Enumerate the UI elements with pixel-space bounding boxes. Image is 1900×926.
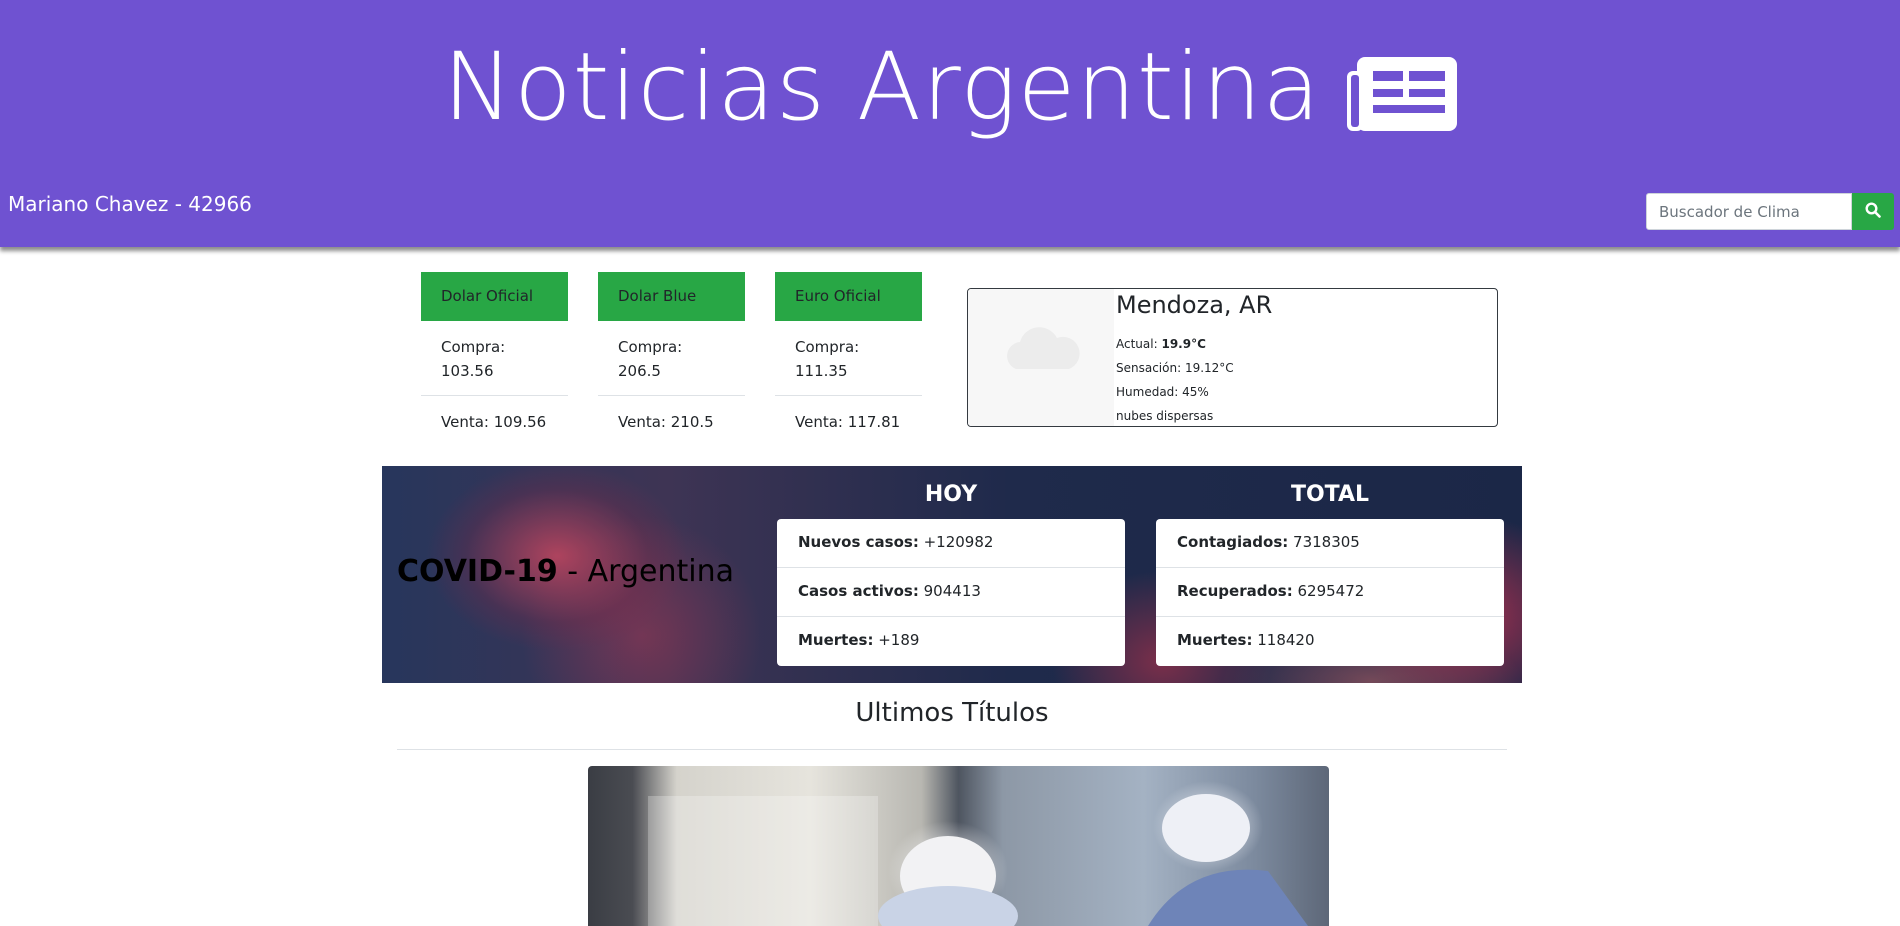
weather-sensacion: Sensación: 19.12°C [1116,361,1234,375]
weather-search [1646,193,1894,230]
author-label: Mariano Chavez - 42966 [8,192,252,216]
stat-value: 7318305 [1293,533,1360,551]
site-header: Noticias Argentina Mariano Chavez - 4296… [0,0,1900,247]
covid-total-header: TOTAL [1290,482,1370,507]
currency-compra: Compra: 103.56 [421,321,568,396]
weather-actual-value: 19.9°C [1161,337,1206,351]
stat-value: 904413 [923,582,981,600]
covid-stat-row: Muertes: +189 [777,617,1125,666]
weather-image [968,289,1114,426]
covid-stat-row: Casos activos: 904413 [777,568,1125,617]
news-card-image[interactable] [588,766,1329,926]
newspaper-icon [1347,45,1458,131]
currency-compra: Compra: 111.35 [775,321,922,396]
news-section-title: Ultimos Títulos [855,698,1049,728]
stat-label: Casos activos: [798,582,919,600]
covid-title-bold: COVID-19 [397,554,558,589]
section-divider [397,749,1507,750]
search-icon [1865,202,1881,221]
stat-label: Recuperados: [1177,582,1293,600]
weather-search-button[interactable] [1852,193,1894,230]
site-title-text: Noticias Argentina [442,33,1322,142]
covid-total-card: Contagiados: 7318305 Recuperados: 629547… [1156,519,1504,666]
covid-title-country: - Argentina [557,554,735,589]
currency-compra: Compra: 206.5 [598,321,745,396]
cloud-icon [1007,327,1080,369]
covid-hoy-header: HOY [924,482,978,507]
covid-stat-row: Contagiados: 7318305 [1156,519,1504,568]
currency-venta: Venta: 210.5 [618,413,714,431]
currency-card-title: Dolar Blue [598,272,745,321]
currency-venta: Venta: 109.56 [441,413,547,431]
stat-label: Contagiados: [1177,533,1289,551]
stat-label: Muertes: [1177,631,1253,649]
weather-actual: Actual: 19.9°C [1116,337,1206,351]
weather-city: Mendoza, AR [1116,291,1273,319]
currency-card-dolar-oficial: Dolar Oficial Compra: 103.56 Venta: 109.… [421,272,568,446]
currency-card-title: Dolar Oficial [421,272,568,321]
site-title: Noticias Argentina [0,28,1900,143]
weather-humedad: Humedad: 45% [1116,385,1209,399]
covid-stat-row: Muertes: 118420 [1156,617,1504,666]
stat-value: +120982 [923,533,994,551]
currency-card-dolar-blue: Dolar Blue Compra: 206.5 Venta: 210.5 [598,272,745,446]
covid-title: COVID-19 - Argentina [397,554,734,589]
currency-card-euro-oficial: Euro Oficial Compra: 111.35 Venta: 117.8… [775,272,922,446]
stat-value: 6295472 [1297,582,1365,600]
weather-actual-label: Actual: [1116,337,1158,351]
covid-banner: COVID-19 - Argentina HOY Nuevos casos: +… [382,466,1522,683]
weather-search-input[interactable] [1646,193,1852,230]
currency-venta: Venta: 117.81 [795,413,901,431]
stat-label: Nuevos casos: [798,533,919,551]
weather-card: Mendoza, AR Actual: 19.9°C Sensación: 19… [967,288,1498,427]
weather-description: nubes dispersas [1116,409,1214,423]
stat-value: +189 [878,631,920,649]
covid-stat-row: Nuevos casos: +120982 [777,519,1125,568]
stat-value: 118420 [1257,631,1315,649]
currency-card-title: Euro Oficial [775,272,922,321]
covid-stat-row: Recuperados: 6295472 [1156,568,1504,617]
covid-hoy-card: Nuevos casos: +120982 Casos activos: 904… [777,519,1125,666]
news-photo [648,794,1308,926]
stat-label: Muertes: [798,631,874,649]
